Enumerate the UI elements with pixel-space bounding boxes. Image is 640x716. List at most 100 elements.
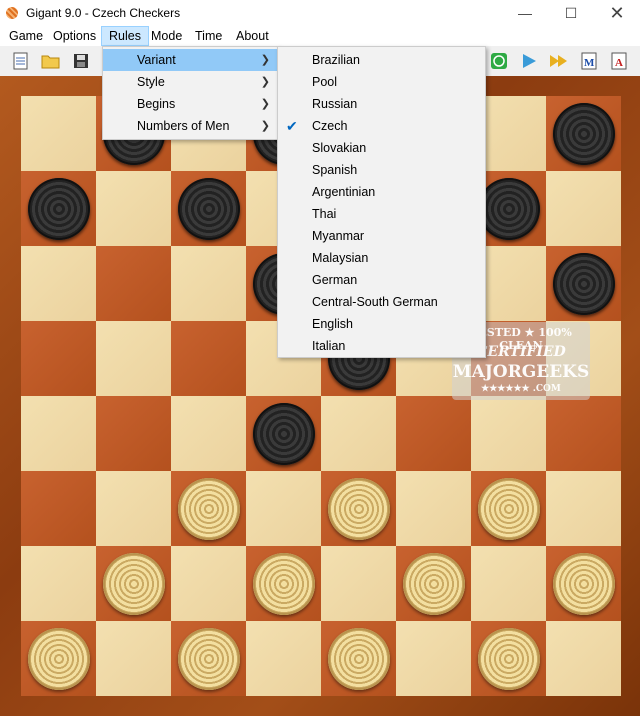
board-square[interactable] xyxy=(96,321,171,396)
variant-item-argentinian[interactable]: Argentinian xyxy=(278,181,485,203)
variant-item-english[interactable]: English xyxy=(278,313,485,335)
dark-checker-piece[interactable] xyxy=(477,177,540,240)
menu-item-label: Numbers of Men xyxy=(137,119,230,133)
variant-item-german[interactable]: German xyxy=(278,269,485,291)
menu-item-begins[interactable]: Begins ❯ xyxy=(103,93,278,115)
board-square[interactable] xyxy=(321,396,396,471)
menu-item-numbers-of-men[interactable]: Numbers of Men ❯ xyxy=(103,115,278,137)
variant-item-myanmar[interactable]: Myanmar xyxy=(278,225,485,247)
board-square[interactable] xyxy=(21,546,96,621)
a-document-icon[interactable]: A xyxy=(608,50,630,72)
board-square[interactable] xyxy=(171,546,246,621)
variant-item-label: English xyxy=(312,317,353,331)
variant-item-label: Thai xyxy=(312,207,337,221)
variant-item-czech[interactable]: ✔ Czech xyxy=(278,115,485,137)
board-square[interactable] xyxy=(246,471,321,546)
open-folder-icon[interactable] xyxy=(40,50,62,72)
light-checker-piece[interactable] xyxy=(552,552,615,615)
board-square[interactable] xyxy=(546,396,621,471)
board-square[interactable] xyxy=(321,546,396,621)
board-square[interactable] xyxy=(96,621,171,696)
light-checker-piece[interactable] xyxy=(327,477,390,540)
light-checker-piece[interactable] xyxy=(477,627,540,690)
board-square[interactable] xyxy=(21,246,96,321)
menu-item-variant[interactable]: Variant ❯ xyxy=(103,49,278,71)
rules-menu: Variant ❯ Style ❯ Begins ❯ Numbers of Me… xyxy=(102,46,279,140)
light-checker-piece[interactable] xyxy=(477,477,540,540)
menu-item-style[interactable]: Style ❯ xyxy=(103,71,278,93)
board-square[interactable] xyxy=(96,471,171,546)
board-square[interactable] xyxy=(96,171,171,246)
board-square[interactable] xyxy=(171,246,246,321)
board-square[interactable] xyxy=(396,621,471,696)
menu-item-label: Style xyxy=(137,75,165,89)
board-square[interactable] xyxy=(546,171,621,246)
dark-checker-piece[interactable] xyxy=(27,177,90,240)
m-document-icon[interactable]: M xyxy=(578,50,600,72)
menu-time[interactable]: Time xyxy=(188,26,229,46)
watermark-line-4: ★★★★★★ .COM xyxy=(481,384,561,394)
dark-checker-piece[interactable] xyxy=(552,102,615,165)
menu-game[interactable]: Game xyxy=(2,26,50,46)
board-square[interactable] xyxy=(21,396,96,471)
fast-forward-icon[interactable] xyxy=(548,50,570,72)
minimize-button[interactable]: — xyxy=(502,0,548,26)
menu-about[interactable]: About xyxy=(229,26,276,46)
variant-item-label: German xyxy=(312,273,358,287)
menu-rules[interactable]: Rules xyxy=(101,26,149,46)
light-checker-piece[interactable] xyxy=(102,552,165,615)
variant-item-label: Malaysian xyxy=(312,251,369,265)
dark-checker-piece[interactable] xyxy=(177,177,240,240)
close-button[interactable]: ✕ xyxy=(594,0,640,26)
variant-item-label: Central-South German xyxy=(312,295,438,309)
board-square[interactable] xyxy=(21,471,96,546)
variant-item-malaysian[interactable]: Malaysian xyxy=(278,247,485,269)
play-blue-icon[interactable] xyxy=(518,50,540,72)
board-square[interactable] xyxy=(96,396,171,471)
board-square[interactable] xyxy=(171,321,246,396)
svg-text:A: A xyxy=(615,57,623,69)
menu-options[interactable]: Options xyxy=(46,26,103,46)
dark-checker-piece[interactable] xyxy=(252,402,315,465)
light-checker-piece[interactable] xyxy=(27,627,90,690)
variant-item-russian[interactable]: Russian xyxy=(278,93,485,115)
board-square[interactable] xyxy=(21,321,96,396)
light-checker-piece[interactable] xyxy=(402,552,465,615)
variant-item-label: Pool xyxy=(312,75,338,89)
variant-item-spanish[interactable]: Spanish xyxy=(278,159,485,181)
light-checker-piece[interactable] xyxy=(252,552,315,615)
menu-mode[interactable]: Mode xyxy=(144,26,189,46)
maximize-button[interactable]: ☐ xyxy=(548,0,594,26)
dark-checker-piece[interactable] xyxy=(552,252,615,315)
save-icon[interactable] xyxy=(70,50,92,72)
board-square[interactable] xyxy=(171,396,246,471)
chevron-right-icon: ❯ xyxy=(260,54,270,66)
board-square[interactable] xyxy=(471,396,546,471)
variant-item-brazilian[interactable]: Brazilian xyxy=(278,49,485,71)
variant-item-central-south-german[interactable]: Central-South German xyxy=(278,291,485,313)
variant-item-label: Italian xyxy=(312,339,346,353)
variant-item-italian[interactable]: Italian xyxy=(278,335,485,357)
app-checkers-icon xyxy=(6,7,18,19)
light-checker-piece[interactable] xyxy=(327,627,390,690)
menu-bar: Game Options Rules Mode Time About xyxy=(0,26,640,46)
board-square[interactable] xyxy=(246,621,321,696)
board-square[interactable] xyxy=(546,471,621,546)
menu-item-label: Begins xyxy=(137,97,176,111)
variant-item-thai[interactable]: Thai xyxy=(278,203,485,225)
variant-item-pool[interactable]: Pool xyxy=(278,71,485,93)
variant-item-slovakian[interactable]: Slovakian xyxy=(278,137,485,159)
play-green-icon[interactable] xyxy=(488,50,510,72)
light-checker-piece[interactable] xyxy=(177,477,240,540)
board-square[interactable] xyxy=(396,396,471,471)
board-square[interactable] xyxy=(396,471,471,546)
watermark-line-3: MAJORGEEKS xyxy=(452,362,590,382)
board-square[interactable] xyxy=(546,621,621,696)
variant-item-label: Brazilian xyxy=(312,53,360,67)
chevron-right-icon: ❯ xyxy=(260,120,270,132)
light-checker-piece[interactable] xyxy=(177,627,240,690)
board-square[interactable] xyxy=(471,546,546,621)
board-square[interactable] xyxy=(21,96,96,171)
new-game-icon[interactable] xyxy=(10,50,32,72)
board-square[interactable] xyxy=(96,246,171,321)
